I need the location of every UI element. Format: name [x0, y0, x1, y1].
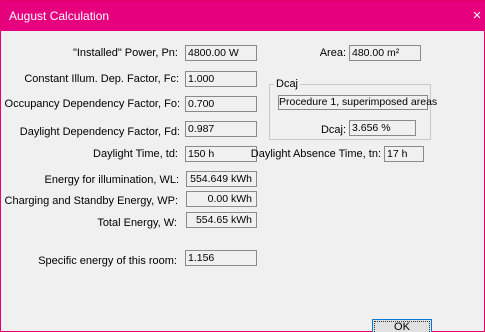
- specific-energy-label: Specific energy of this room:: [38, 255, 177, 267]
- dcaj-group-title: Dcaj: [274, 78, 301, 91]
- dcaj-label: Dcaj:: [320, 124, 346, 136]
- installed-power-label: "Installed" Power, Pn:: [72, 47, 178, 59]
- area-label: Area:: [319, 47, 346, 59]
- specific-energy-field: 1.156: [185, 250, 257, 266]
- constant-illum-label: Constant Illum. Dep. Factor, Fc:: [24, 73, 179, 85]
- energy-illum-label: Energy for illumination, WL:: [44, 174, 180, 186]
- constant-illum-field: 1.000: [185, 71, 257, 87]
- energy-illum-field: 554.649 kWh: [186, 171, 257, 187]
- daylight-time-field: 150 h: [185, 146, 257, 162]
- charging-standby-label: Charging and Standby Energy, WP:: [4, 195, 178, 207]
- daylight-absence-field: 17 h: [384, 146, 424, 162]
- daylight-absence-label: Daylight Absence Time, tn:: [250, 148, 381, 160]
- dialog-body: "Installed" Power, Pn: 4800.00 W Constan…: [1, 31, 485, 332]
- charging-standby-field: 0.00 kWh: [186, 191, 257, 207]
- daylight-time-label: Daylight Time, td:: [93, 148, 178, 160]
- dialog-title: August Calculation: [9, 9, 110, 23]
- ok-button[interactable]: OK: [372, 319, 432, 332]
- dcaj-procedure-box: Procedure 1, superimposed areas: [278, 95, 438, 110]
- total-energy-field: 554.65 kWh: [186, 212, 257, 228]
- daylight-dep-field: 0.987: [185, 121, 257, 137]
- occupancy-field: 0.700: [185, 96, 257, 112]
- area-field: 480.00 m²: [349, 45, 421, 61]
- total-energy-label: Total Energy, W:: [97, 217, 177, 229]
- title-bar[interactable]: August Calculation ×: [1, 1, 485, 31]
- dcaj-field: 3.656 %: [349, 120, 416, 136]
- installed-power-field: 4800.00 W: [185, 45, 257, 61]
- august-calculation-dialog: August Calculation × "Installed" Power, …: [0, 0, 485, 332]
- daylight-dep-label: Daylight Dependency Factor, Fd:: [19, 126, 180, 138]
- occupancy-label: Occupancy Dependency Factor, Fo:: [4, 98, 180, 110]
- close-icon[interactable]: ×: [468, 1, 485, 31]
